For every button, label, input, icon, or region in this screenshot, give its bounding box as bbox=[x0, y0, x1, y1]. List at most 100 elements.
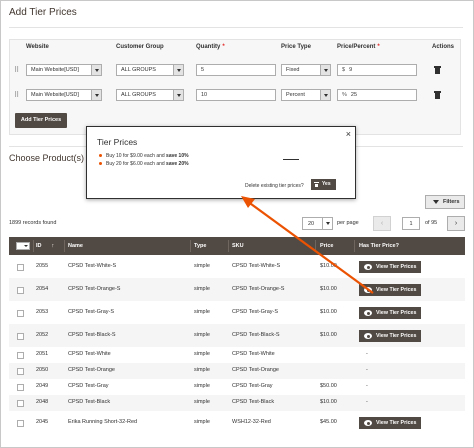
table-row[interactable]: 2045 Erika Running Short-32-Red simple WSH1… bbox=[9, 411, 465, 434]
next-page-button[interactable]: › bbox=[447, 216, 465, 231]
row-checkbox[interactable] bbox=[17, 333, 24, 340]
sort-arrow-icon: ↑ bbox=[51, 243, 55, 249]
column-divider bbox=[33, 240, 34, 252]
drag-handle-icon[interactable]: ⠿ bbox=[14, 91, 20, 100]
eye-icon bbox=[364, 420, 372, 426]
choose-products-title: Choose Product(s) bbox=[9, 153, 85, 163]
records-count: 1899 records found bbox=[9, 220, 57, 226]
row-checkbox[interactable] bbox=[17, 368, 24, 375]
trash-icon[interactable] bbox=[434, 91, 441, 99]
cell-name: CPSD Test-Black-S bbox=[68, 332, 116, 338]
col-header-quantity: Quantity * bbox=[196, 44, 225, 50]
row-checkbox[interactable] bbox=[17, 264, 24, 271]
cell-name: CPSD Test-Orange-S bbox=[68, 286, 121, 292]
cell-sku: CPSD Test-Black bbox=[232, 399, 275, 405]
col-price[interactable]: Price bbox=[320, 237, 333, 255]
per-page-label: per page bbox=[337, 220, 359, 226]
quantity-input[interactable]: 10 bbox=[196, 89, 276, 101]
price-input[interactable]: $9 bbox=[337, 64, 417, 76]
customer-group-select[interactable]: ALL GROUPS bbox=[116, 64, 184, 76]
view-tier-prices-label: View Tier Prices bbox=[376, 310, 417, 316]
col-name[interactable]: Name bbox=[68, 237, 83, 255]
add-tier-prices-button[interactable]: Add Tier Prices bbox=[15, 113, 67, 128]
filters-button[interactable]: Filters bbox=[425, 195, 465, 209]
cell-type: simple bbox=[194, 367, 210, 373]
cell-name: CPSD Test-Gray bbox=[68, 383, 109, 389]
table-row[interactable]: 2051 CPSD Test-White simple CPSD Test-White… bbox=[9, 347, 465, 363]
row-checkbox[interactable] bbox=[17, 384, 24, 391]
col-has-tier-price[interactable]: Has Tier Price? bbox=[359, 237, 399, 255]
bullet-icon bbox=[99, 162, 102, 166]
trash-icon[interactable] bbox=[434, 66, 441, 74]
view-tier-prices-button[interactable]: View Tier Prices bbox=[359, 284, 421, 296]
cell-type: simple bbox=[194, 419, 210, 425]
quantity-input[interactable]: 5 bbox=[196, 64, 276, 76]
column-divider bbox=[354, 240, 355, 252]
website-select[interactable]: Main Website[USD] bbox=[26, 64, 102, 76]
drag-handle-icon[interactable]: ⠿ bbox=[14, 66, 20, 75]
cell-price: $10.00 bbox=[320, 286, 337, 292]
table-row[interactable]: 2048 CPSD Test-Black simple CPSD Test-Black… bbox=[9, 395, 465, 411]
view-tier-prices-button[interactable]: View Tier Prices bbox=[359, 307, 421, 319]
cell-type: simple bbox=[194, 332, 210, 338]
eye-icon bbox=[364, 264, 372, 270]
price-input[interactable]: % 25 bbox=[337, 89, 417, 101]
cell-type: simple bbox=[194, 399, 210, 405]
mass-action-select[interactable] bbox=[16, 242, 30, 250]
cell-id: 2048 bbox=[36, 399, 49, 405]
cell-type: simple bbox=[194, 263, 210, 269]
price-type-select[interactable]: Percent bbox=[281, 89, 331, 101]
yes-button[interactable]: Yes bbox=[311, 179, 336, 190]
table-row[interactable]: 2053 CPSD Test-Gray-S simple CPSD Test-Gray… bbox=[9, 301, 465, 324]
divider bbox=[283, 159, 299, 160]
price-type-select[interactable]: Fixed bbox=[281, 64, 331, 76]
cell-type: simple bbox=[194, 351, 210, 357]
view-tier-prices-button[interactable]: View Tier Prices bbox=[359, 330, 421, 342]
col-header-website: Website bbox=[26, 44, 49, 50]
tier-price-grid: Website Customer Group Quantity * Price T… bbox=[9, 39, 461, 135]
cell-id: 2052 bbox=[36, 332, 49, 338]
cell-price: $50.00 bbox=[320, 383, 337, 389]
page-input[interactable]: 1 bbox=[402, 217, 420, 230]
row-checkbox[interactable] bbox=[17, 310, 24, 317]
funnel-icon bbox=[433, 200, 439, 204]
col-id[interactable]: ID ↑ bbox=[36, 237, 54, 255]
cell-sku: CPSD Test-Gray-S bbox=[232, 309, 279, 315]
cell-sku: WSH12-32-Red bbox=[232, 419, 271, 425]
grid-header: ID ↑ Name Type SKU Price Has Tier Price? bbox=[9, 237, 465, 255]
tier-prices-popup: Tier Prices × Buy 10 for $9.00 each and … bbox=[86, 126, 356, 199]
cell-type: simple bbox=[194, 383, 210, 389]
chevron-down-icon bbox=[91, 90, 101, 100]
trash-icon bbox=[314, 182, 319, 187]
tier-line: Buy 10 for $9.00 each and save 10% bbox=[99, 153, 189, 159]
prev-page-button[interactable]: ‹ bbox=[373, 216, 391, 231]
cell-name: CPSD Test-Orange bbox=[68, 367, 115, 373]
view-tier-prices-label: View Tier Prices bbox=[376, 333, 417, 339]
col-sku[interactable]: SKU bbox=[232, 237, 244, 255]
table-row[interactable]: 2052 CPSD Test-Black-S simple CPSD Test-Bla… bbox=[9, 324, 465, 347]
row-checkbox[interactable] bbox=[17, 420, 24, 427]
table-row[interactable]: 2050 CPSD Test-Orange simple CPSD Test-Oran… bbox=[9, 363, 465, 379]
close-icon[interactable]: × bbox=[346, 129, 351, 139]
website-select[interactable]: Main Website[USD] bbox=[26, 89, 102, 101]
view-tier-prices-button[interactable]: View Tier Prices bbox=[359, 417, 421, 429]
cell-price: $10.00 bbox=[320, 309, 337, 315]
table-row[interactable]: 2055 CPSD Test-White-S simple CPSD Test-Whi… bbox=[9, 255, 465, 278]
column-divider bbox=[315, 240, 316, 252]
cell-sku: CPSD Test-Gray bbox=[232, 383, 273, 389]
row-checkbox[interactable] bbox=[17, 400, 24, 407]
per-page-select[interactable]: 20 bbox=[302, 217, 333, 230]
customer-group-select[interactable]: ALL GROUPS bbox=[116, 89, 184, 101]
view-tier-prices-label: View Tier Prices bbox=[376, 287, 417, 293]
col-type[interactable]: Type bbox=[194, 237, 206, 255]
table-row[interactable]: 2049 CPSD Test-Gray simple CPSD Test-Gray $5… bbox=[9, 379, 465, 395]
view-tier-prices-button[interactable]: View Tier Prices bbox=[359, 261, 421, 273]
table-row[interactable]: 2054 CPSD Test-Orange-S simple CPSD Test-Or… bbox=[9, 278, 465, 301]
cell-id: 2051 bbox=[36, 351, 49, 357]
row-checkbox[interactable] bbox=[17, 352, 24, 359]
cell-price: $10.00 bbox=[320, 399, 337, 405]
cell-name: CPSD Test-Gray-S bbox=[68, 309, 115, 315]
row-checkbox[interactable] bbox=[17, 287, 24, 294]
bullet-icon bbox=[99, 154, 102, 158]
chevron-down-icon bbox=[91, 65, 101, 75]
